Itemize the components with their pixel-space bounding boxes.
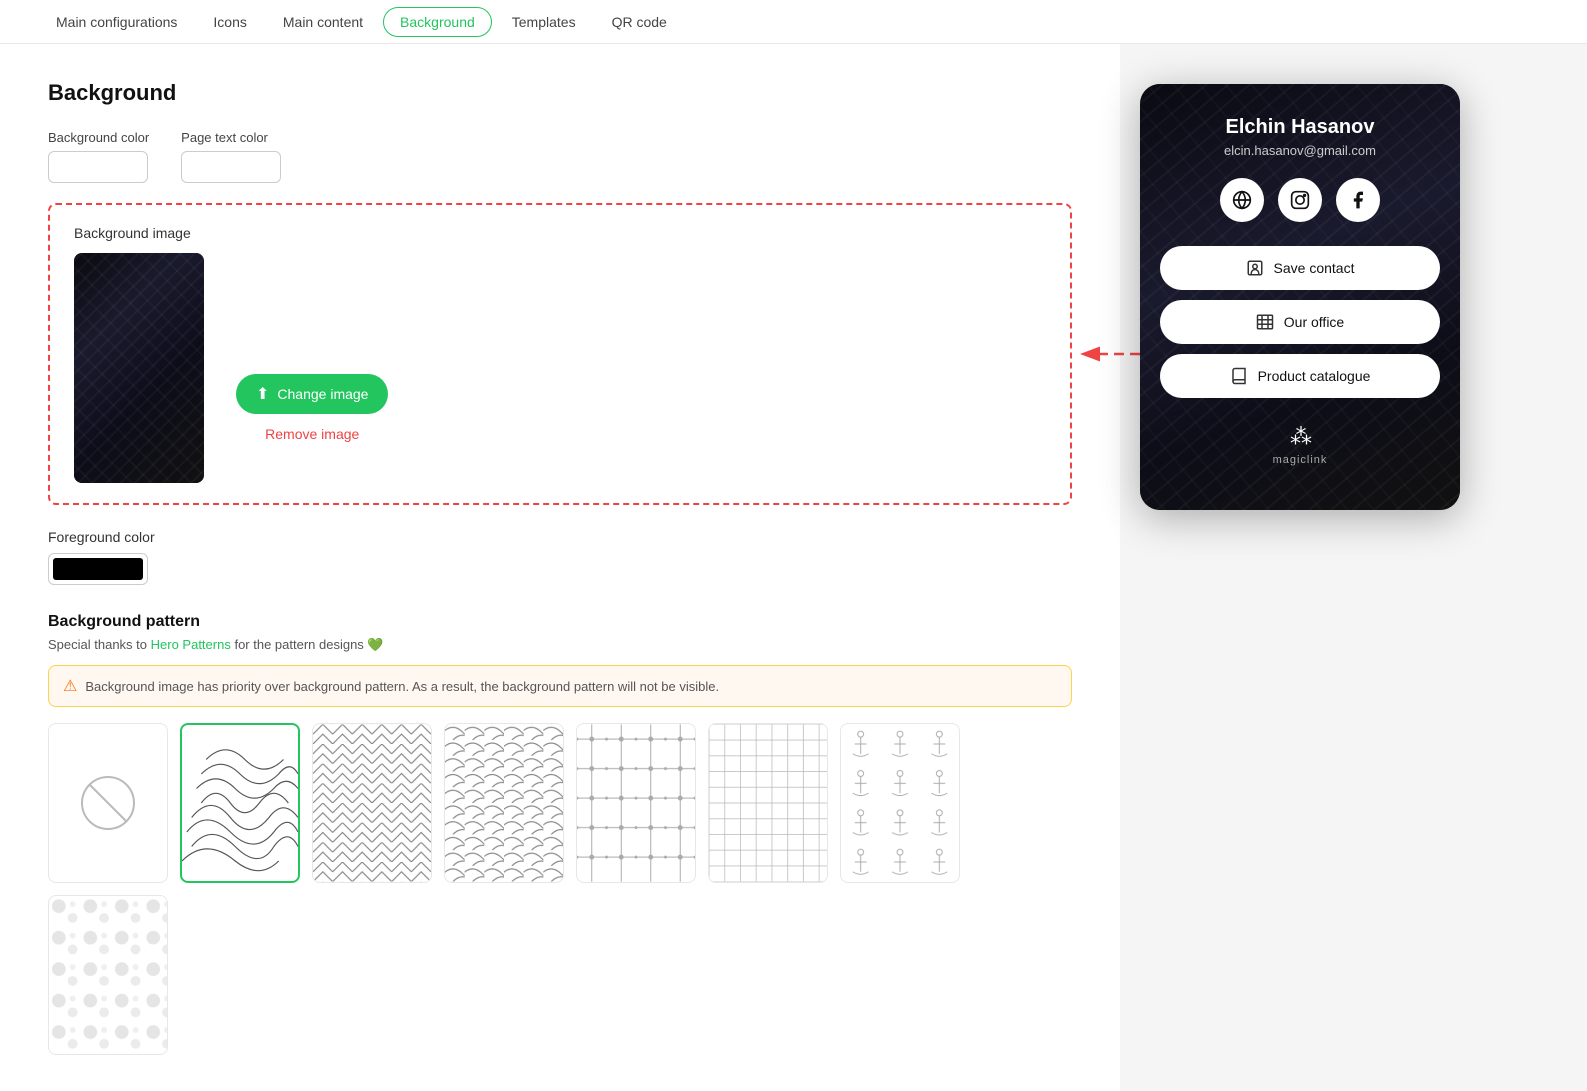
bg-image-controls: ⬆ Change image Remove image [236, 294, 388, 442]
text-color-label: Page text color [181, 130, 281, 145]
change-image-icon: ⬆ [256, 384, 269, 404]
office-icon [1256, 313, 1274, 331]
bg-image-label: Background image [74, 225, 1046, 241]
topography-pattern [182, 725, 298, 881]
card-social-row [1220, 178, 1380, 222]
facebook-social-icon[interactable] [1336, 178, 1380, 222]
fg-color-inner [53, 558, 143, 580]
fg-color-swatch[interactable] [48, 553, 148, 585]
magiclink-logo: ⁂ magiclink [1273, 424, 1328, 466]
main-layout: Background Background color Page text co… [0, 44, 1587, 1091]
no-pattern-icon [78, 773, 138, 833]
scales-pattern [445, 724, 563, 882]
bg-image-content: Background image ⬆ Change image Remove i… [74, 225, 1046, 483]
tab-templates[interactable]: Templates [496, 8, 592, 36]
change-image-button[interactable]: ⬆ Change image [236, 374, 388, 414]
tab-main-configurations[interactable]: Main configurations [40, 8, 193, 36]
pattern-credit-prefix: Special thanks to [48, 637, 151, 652]
pattern-item-chevron[interactable] [312, 723, 432, 883]
hero-patterns-link[interactable]: Hero Patterns [151, 637, 231, 652]
bg-image-preview [74, 253, 204, 483]
fg-color-section: Foreground color [48, 529, 1072, 585]
chevron-pattern [313, 724, 431, 882]
content-area: Background Background color Page text co… [0, 44, 1120, 1091]
pattern-item-topography[interactable] [180, 723, 300, 883]
text-color-swatch[interactable] [181, 151, 281, 183]
globe-social-icon[interactable] [1220, 178, 1264, 222]
pattern-credit-suffix: for the pattern designs 💚 [234, 637, 383, 652]
tab-background[interactable]: Background [383, 7, 492, 37]
phone-card: Elchin Hasanov elcin.hasanov@gmail.com [1140, 84, 1460, 510]
card-name: Elchin Hasanov [1226, 116, 1375, 139]
text-color-inner [186, 156, 276, 178]
bg-color-label: Background color [48, 130, 149, 145]
magiclink-text: magiclink [1273, 454, 1328, 466]
section-title: Background [48, 80, 1072, 106]
pattern-grid [48, 723, 1072, 1055]
warning-icon: ⚠ [63, 676, 77, 696]
pattern-item-none[interactable] [48, 723, 168, 883]
fg-color-label: Foreground color [48, 529, 1072, 545]
product-catalogue-label: Product catalogue [1258, 368, 1371, 384]
pattern-item-grid[interactable] [708, 723, 828, 883]
pattern-credit: Special thanks to Hero Patterns for the … [48, 637, 1072, 653]
grid-pattern [709, 724, 827, 882]
catalogue-icon [1230, 367, 1248, 385]
magiclink-symbol: ⁂ [1290, 424, 1310, 450]
pattern-section: Background pattern Special thanks to Her… [48, 613, 1072, 1055]
tab-qr-code[interactable]: QR code [596, 8, 683, 36]
phone-card-content: Elchin Hasanov elcin.hasanov@gmail.com [1140, 84, 1460, 510]
our-office-label: Our office [1284, 314, 1344, 330]
top-nav: Main configurations Icons Main content B… [0, 0, 1587, 44]
pattern-title: Background pattern [48, 613, 1072, 631]
change-image-label: Change image [277, 386, 368, 402]
anchors-pattern [841, 724, 959, 882]
bg-color-inner [53, 156, 143, 178]
pattern-item-circles[interactable] [48, 895, 168, 1055]
pattern-item-anchors[interactable] [840, 723, 960, 883]
pattern-warning: ⚠ Background image has priority over bac… [48, 665, 1072, 707]
our-office-button[interactable]: Our office [1160, 300, 1440, 344]
color-pickers-row: Background color Page text color [48, 130, 1072, 183]
save-contact-button[interactable]: Save contact [1160, 246, 1440, 290]
pattern-item-circuit[interactable] [576, 723, 696, 883]
warning-text: Background image has priority over backg… [85, 679, 719, 694]
circles-pattern [49, 896, 167, 1054]
tab-icons[interactable]: Icons [197, 8, 262, 36]
bg-image-section: Background image ⬆ Change image Remove i… [48, 203, 1072, 505]
save-contact-label: Save contact [1274, 260, 1355, 276]
card-footer: ⁂ magiclink [1273, 408, 1328, 486]
remove-image-button[interactable]: Remove image [236, 426, 388, 442]
product-catalogue-button[interactable]: Product catalogue [1160, 354, 1440, 398]
instagram-social-icon[interactable] [1278, 178, 1322, 222]
pattern-item-scales[interactable] [444, 723, 564, 883]
card-email: elcin.hasanov@gmail.com [1224, 143, 1376, 158]
bg-color-swatch[interactable] [48, 151, 148, 183]
tab-main-content[interactable]: Main content [267, 8, 379, 36]
circuit-pattern [577, 724, 695, 882]
dark-bg [74, 253, 204, 483]
save-contact-icon [1246, 259, 1264, 277]
bg-color-group: Background color [48, 130, 149, 183]
preview-panel: Elchin Hasanov elcin.hasanov@gmail.com [1120, 44, 1480, 1091]
text-color-group: Page text color [181, 130, 281, 183]
